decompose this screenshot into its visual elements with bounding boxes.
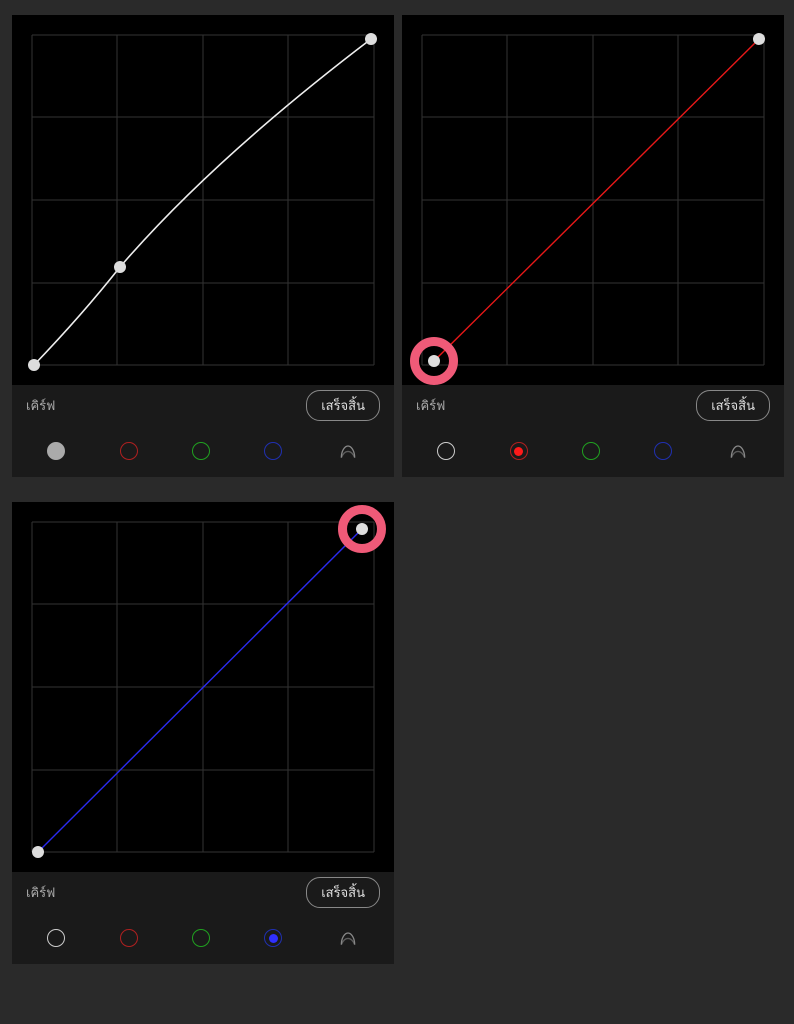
reset-curve-icon[interactable] (337, 440, 359, 462)
channel-row (402, 425, 784, 477)
done-button[interactable]: เสร็จสิ้น (306, 877, 380, 908)
channel-white-button[interactable] (47, 442, 65, 460)
curve-panel-blue: เคิร์ฟ เสร็จสิ้น (12, 502, 394, 964)
curve-panel-red: เคิร์ฟ เสร็จสิ้น (402, 15, 784, 477)
channel-row (12, 912, 394, 964)
curve-toolbar: เคิร์ฟ เสร็จสิ้น (402, 385, 784, 425)
channel-red-button[interactable] (120, 929, 138, 947)
channel-green-button[interactable] (192, 442, 210, 460)
channel-blue-button[interactable] (264, 929, 282, 947)
curve-svg-blue (12, 502, 394, 872)
reset-curve-icon[interactable] (337, 927, 359, 949)
curve-svg-red (402, 15, 784, 385)
curve-graph-luma[interactable] (12, 15, 394, 385)
curve-svg-luma (12, 15, 394, 385)
done-button[interactable]: เสร็จสิ้น (696, 390, 770, 421)
curve-point[interactable] (428, 355, 440, 367)
curve-label: เคิร์ฟ (416, 395, 445, 416)
curve-panel-luma: เคิร์ฟ เสร็จสิ้น (12, 15, 394, 477)
curve-label: เคิร์ฟ (26, 882, 55, 903)
curve-point[interactable] (365, 33, 377, 45)
channel-row (12, 425, 394, 477)
curve-point[interactable] (28, 359, 40, 371)
done-button[interactable]: เสร็จสิ้น (306, 390, 380, 421)
curve-toolbar: เคิร์ฟ เสร็จสิ้น (12, 872, 394, 912)
channel-red-button[interactable] (510, 442, 528, 460)
curve-toolbar: เคิร์ฟ เสร็จสิ้น (12, 385, 394, 425)
channel-red-button[interactable] (120, 442, 138, 460)
curve-graph-blue[interactable] (12, 502, 394, 872)
curve-point[interactable] (114, 261, 126, 273)
grid-lines (32, 35, 374, 365)
channel-white-button[interactable] (47, 929, 65, 947)
channel-blue-button[interactable] (654, 442, 672, 460)
channel-white-button[interactable] (437, 442, 455, 460)
curve-graph-red[interactable] (402, 15, 784, 385)
curve-point[interactable] (32, 846, 44, 858)
channel-blue-button[interactable] (264, 442, 282, 460)
curve-path-blue[interactable] (38, 529, 362, 852)
channel-green-button[interactable] (192, 929, 210, 947)
curve-point[interactable] (356, 523, 368, 535)
reset-curve-icon[interactable] (727, 440, 749, 462)
curve-point[interactable] (753, 33, 765, 45)
channel-green-button[interactable] (582, 442, 600, 460)
curve-label: เคิร์ฟ (26, 395, 55, 416)
